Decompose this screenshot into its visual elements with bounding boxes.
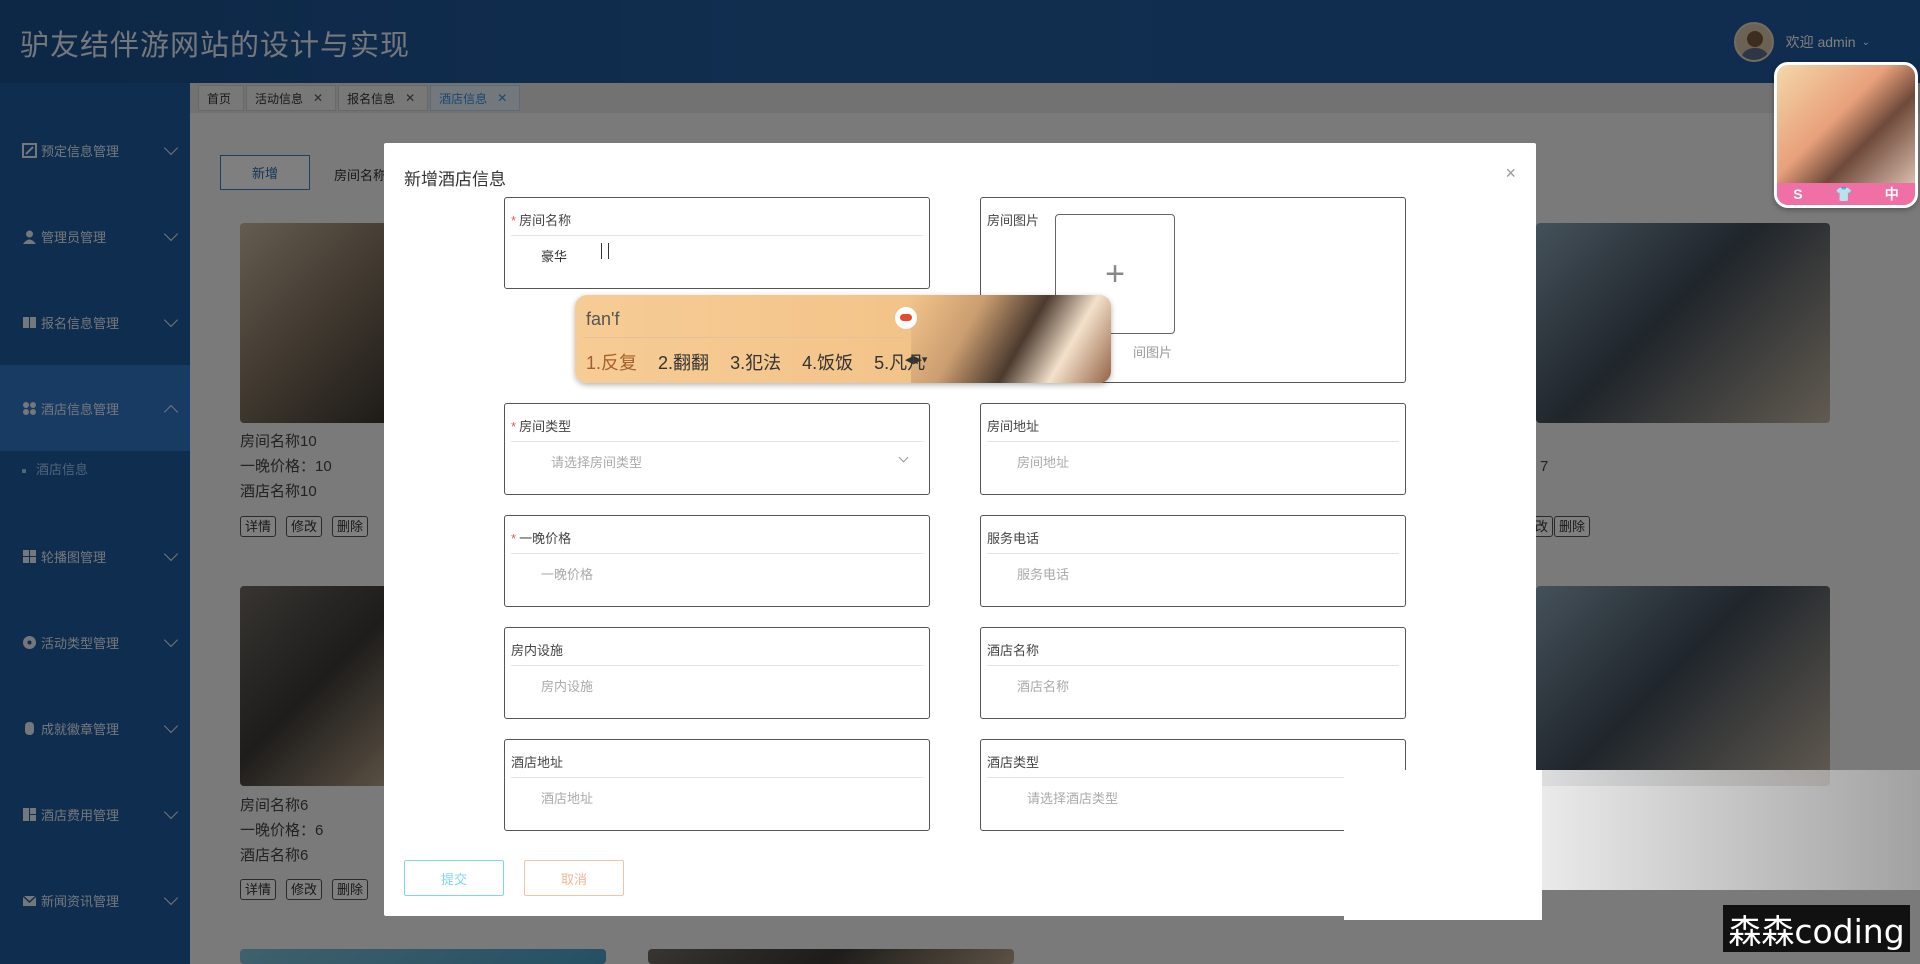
close-icon[interactable]: × — [1505, 163, 1516, 184]
ime-logo-icon — [895, 307, 917, 329]
hotel-type-field: 酒店类型 请选择酒店类型 — [980, 739, 1406, 831]
field-label: 房间图片 — [987, 213, 1040, 228]
price-input[interactable]: 一晚价格 — [541, 564, 593, 583]
room-name-field: * 房间名称 豪华 — [504, 197, 930, 289]
facilities-input[interactable]: 房内设施 — [541, 676, 593, 695]
room-type-select[interactable]: 请选择房间类型 — [551, 452, 642, 471]
chevron-down-icon — [898, 452, 909, 463]
ime-candidate-window: fan'f 1.反复 2.翻翻 3.犯法 4.饭饭 5.凡凡 ◀▶▾ — [575, 295, 1111, 383]
hotel-address-field: 酒店地址 酒店地址 — [504, 739, 930, 831]
room-type-field: * 房间类型 请选择房间类型 — [504, 403, 930, 495]
field-label: 服务电话 — [987, 531, 1040, 546]
hotel-name-input[interactable]: 酒店名称 — [1017, 676, 1069, 695]
phone-field: 服务电话 服务电话 — [980, 515, 1406, 607]
ime-candidates: 1.反复 2.翻翻 3.犯法 4.饭饭 5.凡凡 — [586, 349, 941, 375]
dialog-title: 新增酒店信息 — [404, 170, 506, 189]
upload-hint: 间图片 — [1133, 345, 1173, 360]
ime-language-toggle[interactable]: 中 — [1885, 184, 1899, 204]
hotel-type-select[interactable]: 请选择酒店类型 — [1027, 788, 1118, 807]
field-label: 房内设施 — [511, 643, 564, 658]
room-address-field: 房间地址 房间地址 — [980, 403, 1406, 495]
facilities-field: 房内设施 房内设施 — [504, 627, 930, 719]
hotel-name-field: 酒店名称 酒店名称 — [980, 627, 1406, 719]
field-label: 酒店地址 — [511, 755, 564, 770]
ime-candidate[interactable]: 4.饭饭 — [802, 353, 853, 373]
field-label: * 一晚价格 — [511, 531, 572, 546]
ime-candidate[interactable]: 3.犯法 — [730, 353, 781, 373]
ime-candidate[interactable]: 1.反复 — [586, 353, 637, 373]
hotel-address-input[interactable]: 酒店地址 — [541, 788, 593, 807]
shirt-icon[interactable]: 👕 — [1835, 186, 1852, 203]
watermark: 森森coding — [1723, 905, 1910, 952]
plus-icon: + — [1105, 255, 1125, 293]
ime-status-bar: S 👕 中 — [1777, 183, 1915, 205]
field-label: 酒店类型 — [987, 755, 1040, 770]
field-label: 房间地址 — [987, 419, 1040, 434]
field-label: 酒店名称 — [987, 643, 1040, 658]
submit-button[interactable]: 提交 — [404, 860, 504, 896]
text-cursor-icon — [601, 243, 609, 259]
room-address-input[interactable]: 房间地址 — [1017, 452, 1069, 471]
phone-input[interactable]: 服务电话 — [1017, 564, 1069, 583]
price-field: * 一晚价格 一晚价格 — [504, 515, 930, 607]
field-label: * 房间类型 — [511, 419, 572, 434]
field-label: * 房间名称 — [511, 213, 572, 228]
ime-toolbar-widget[interactable]: S 👕 中 — [1774, 62, 1918, 208]
ime-s-icon[interactable]: S — [1793, 186, 1802, 202]
cancel-button[interactable]: 取消 — [524, 860, 624, 896]
ime-page-arrows-icon[interactable]: ◀▶▾ — [905, 353, 927, 366]
ime-candidate[interactable]: 2.翻翻 — [658, 353, 709, 373]
room-name-input[interactable]: 豪华 — [541, 246, 567, 265]
overlay-artifact — [1344, 770, 1542, 920]
ime-composition: fan'f — [586, 309, 620, 329]
overlay-artifact — [1536, 770, 1920, 890]
